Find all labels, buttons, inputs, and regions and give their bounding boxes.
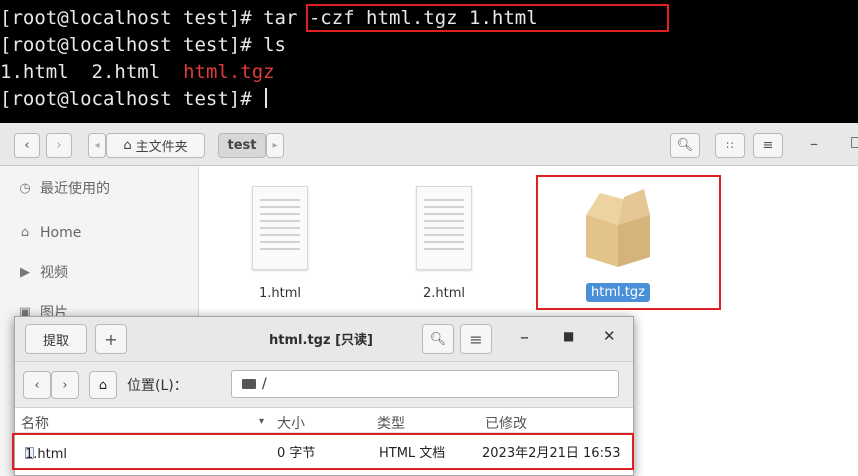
minimize-button[interactable]: – (520, 327, 529, 348)
chevron-right-icon: ▸ (272, 140, 278, 151)
chevron-left-icon: ◂ (94, 140, 100, 151)
sidebar-item-recent[interactable]: ◷ 最近使用的 (18, 178, 110, 200)
extract-label: 提取 (42, 333, 69, 349)
view-toggle-button[interactable]: ∷ (715, 133, 745, 158)
hamburger-menu-icon: ≡ (762, 138, 774, 153)
chevron-left-icon: ‹ (34, 377, 40, 393)
terminal-prompt: [root@localhost test]# (0, 88, 264, 110)
minimize-icon: – (810, 134, 818, 153)
extract-button[interactable]: 提取 (25, 324, 87, 354)
breadcrumb-current[interactable]: test (218, 133, 266, 158)
close-icon: ✕ (603, 327, 616, 345)
sidebar-item-label: 最近使用的 (40, 181, 110, 197)
column-name[interactable]: 名称 (21, 413, 49, 433)
file-item-2html[interactable]: 2.html (389, 186, 499, 303)
maximize-button[interactable]: □ (850, 134, 858, 150)
ls-file: 2.html (91, 61, 161, 83)
sort-chevron-down-icon[interactable]: ▾ (259, 416, 264, 427)
breadcrumb-home[interactable]: ⌂ 主文件夹 (106, 133, 205, 158)
terminal-cursor (265, 88, 268, 108)
home-icon: ⌂ (20, 225, 30, 240)
column-type[interactable]: 类型 (377, 413, 405, 433)
sidebar-item-label: Home (40, 225, 82, 241)
sidebar-item-label: 视频 (40, 265, 68, 281)
ls-file: 1.html (0, 61, 69, 83)
archive-titlebar: 提取 + html.tgz [只读] 🔍︎ ≡ – ■ ✕ (15, 317, 633, 362)
file-name: 2.html (422, 286, 465, 301)
minimize-icon: – (520, 327, 529, 348)
breadcrumb-home-label: 主文件夹 (135, 140, 188, 155)
path-scroll-left-button[interactable]: ◂ (88, 133, 106, 158)
chevron-left-icon: ‹ (24, 138, 30, 153)
archive-highlight-box (536, 175, 721, 310)
file-name: 1.html (258, 286, 301, 301)
menu-button[interactable]: ≡ (753, 133, 783, 158)
maximize-button[interactable]: ■ (563, 329, 574, 343)
terminal-line-prompt: [root@localhost test]# (0, 86, 268, 113)
chevron-right-icon: › (56, 138, 62, 153)
minimize-button[interactable]: – (810, 134, 818, 153)
document-icon (252, 186, 308, 270)
column-header: 名称 ▾ 大小 类型 已修改 (15, 412, 633, 433)
sidebar-item-videos[interactable]: ▶ 视频 (18, 262, 68, 284)
plus-icon: + (104, 329, 118, 349)
folder-icon (242, 379, 256, 389)
file-item-1html[interactable]: 1.html (225, 186, 335, 303)
search-button[interactable]: 🔍︎ (422, 324, 454, 354)
maximize-icon: ■ (563, 329, 575, 343)
search-button[interactable]: 🔍︎ (670, 133, 700, 158)
path-scroll-right-button[interactable]: ▸ (266, 133, 284, 158)
video-icon: ▶ (20, 265, 30, 280)
column-modified[interactable]: 已修改 (485, 413, 527, 433)
column-size[interactable]: 大小 (277, 413, 305, 433)
breadcrumb-current-label: test (227, 138, 257, 153)
document-icon (416, 186, 472, 270)
search-icon: 🔍︎ (429, 331, 447, 347)
terminal-prompt: [root@localhost test]# (0, 7, 264, 29)
hamburger-menu-icon: ≡ (469, 329, 483, 349)
close-button[interactable]: ✕ (603, 327, 616, 345)
back-button[interactable]: ‹ (14, 133, 40, 158)
row-highlight-box (12, 433, 634, 470)
terminal-line-ls: [root@localhost test]# ls (0, 34, 286, 56)
archive-window-title: html.tgz [只读] (269, 333, 373, 348)
add-file-button[interactable]: + (95, 324, 127, 354)
location-label: 位置(L)： (127, 378, 188, 394)
forward-button[interactable]: › (51, 371, 79, 399)
grid-view-icon: ∷ (726, 139, 734, 152)
menu-button[interactable]: ≡ (460, 324, 492, 354)
terminal[interactable]: [root@localhost test]# tar -czf html.tgz… (0, 0, 858, 123)
chevron-right-icon: › (62, 377, 68, 393)
command-highlight-box (306, 4, 669, 32)
file-manager-toolbar: ‹ › ◂ ⌂ 主文件夹 test ▸ 🔍︎ ∷ ≡ – □ (0, 123, 858, 166)
forward-button[interactable]: › (46, 133, 72, 158)
terminal-line-output: 1.html 2.html html.tgz (0, 59, 275, 86)
location-field[interactable]: / (231, 370, 619, 398)
ls-archive: html.tgz (183, 61, 275, 83)
home-icon: ⌂ (98, 377, 108, 393)
clock-icon: ◷ (19, 181, 31, 196)
maximize-icon: □ (850, 134, 858, 150)
back-button[interactable]: ‹ (23, 371, 51, 399)
location-bar: ‹ › ⌂ 位置(L)： / (15, 362, 633, 408)
search-icon: 🔍︎ (676, 138, 694, 153)
sidebar-item-home[interactable]: ⌂ Home (18, 222, 81, 244)
location-value: / (262, 376, 267, 392)
home-icon: ⌂ (123, 138, 132, 153)
home-button[interactable]: ⌂ (89, 371, 117, 399)
